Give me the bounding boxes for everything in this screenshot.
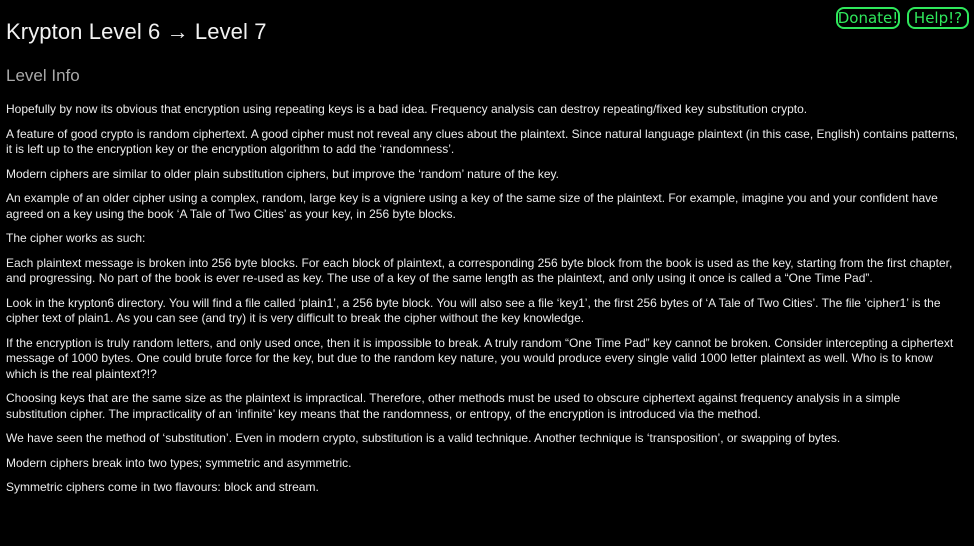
paragraph-7: Look in the krypton6 directory. You will… [6, 295, 941, 326]
help-button[interactable]: Help!? [907, 7, 969, 29]
paragraph-5: The cipher works as such: [6, 231, 146, 245]
top-button-group: Donate! Help!? [836, 7, 969, 29]
paragraph-1: Hopefully by now its obvious that encryp… [6, 102, 808, 116]
paragraph-9: Choosing keys that are the same size as … [6, 391, 901, 421]
donate-button[interactable]: Donate! [836, 7, 900, 29]
paragraph-12: Symmetric ciphers come in two flavours: … [6, 480, 319, 494]
paragraph-11: Modern ciphers break into two types; sym… [6, 455, 352, 470]
level-info-content: Hopefully by now its obvious that encryp… [6, 102, 964, 505]
page-title: Krypton Level 6 → Level 7 [6, 19, 267, 44]
paragraph-10: We have seen the method of ‘substitution… [6, 431, 841, 445]
paragraph-2: A feature of good crypto is random ciphe… [6, 126, 958, 157]
paragraph-6: Each plaintext message is broken into 25… [6, 255, 953, 286]
paragraph-8: If the encryption is truly random letter… [6, 335, 954, 381]
paragraph-3: Modern ciphers are similar to older plai… [6, 166, 559, 181]
section-heading-level-info: Level Info [6, 66, 80, 85]
paragraph-4: An example of an older cipher using a co… [6, 191, 938, 221]
